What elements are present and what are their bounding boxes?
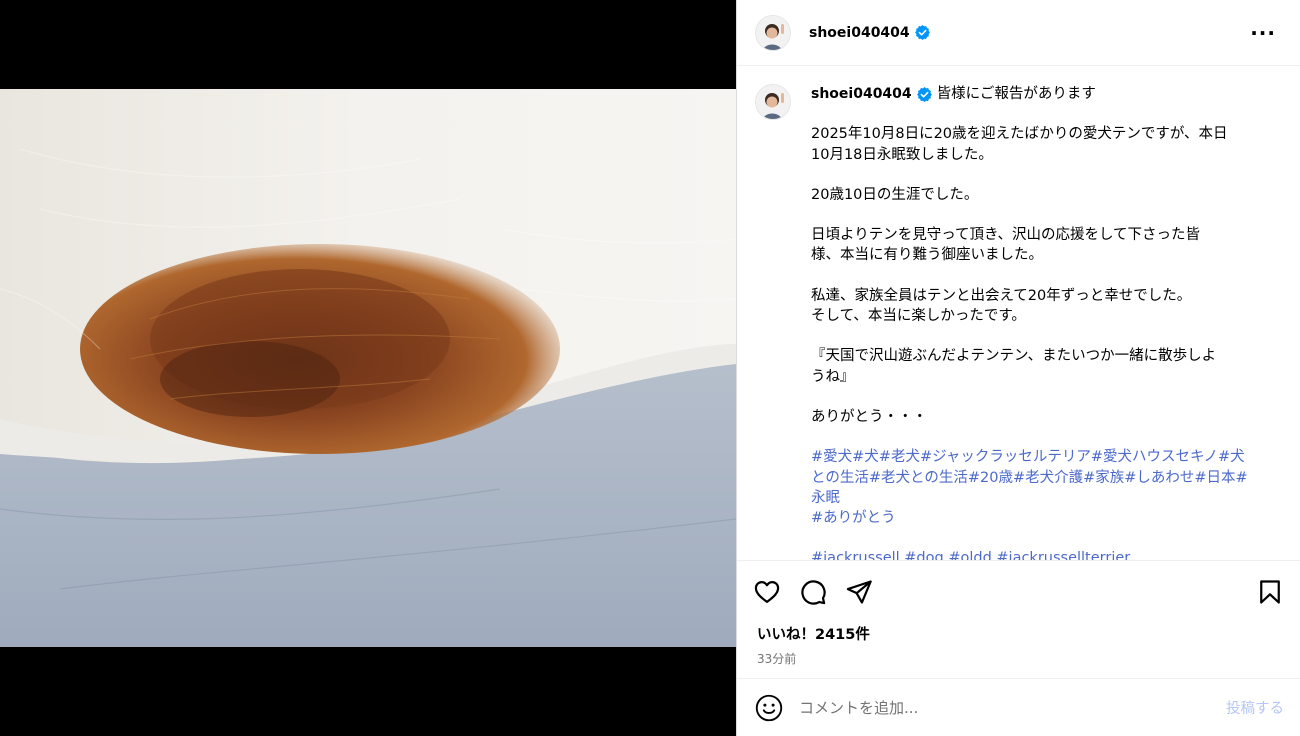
caption-username[interactable]: shoei040404 bbox=[811, 84, 912, 104]
fur-photo-illustration bbox=[0, 89, 736, 647]
heart-icon[interactable] bbox=[753, 578, 781, 606]
post-header: shoei040404 ··· bbox=[737, 0, 1300, 66]
avatar-image bbox=[756, 85, 790, 119]
caption-paragraph: 私達、家族全員はテンと出会えて20年ずっと幸せでした。 そして、本当に楽しかった… bbox=[811, 287, 1192, 325]
post-photo[interactable] bbox=[0, 89, 736, 647]
instagram-post-view: shoei040404 ··· shoei040404 皆様にご報告があります … bbox=[0, 0, 1300, 736]
caption-avatar[interactable] bbox=[755, 84, 791, 120]
caption-title: 皆様にご報告があります bbox=[936, 86, 1096, 102]
caption-paragraph: 20歳10日の生涯でした。 bbox=[811, 186, 979, 203]
avatar-image bbox=[756, 15, 790, 50]
more-options-icon[interactable]: ··· bbox=[1244, 21, 1282, 45]
like-count[interactable]: いいね！2415件 bbox=[753, 623, 1284, 644]
post-timestamp[interactable]: 33分前 bbox=[753, 650, 1284, 667]
comment-bar: 投稿する bbox=[737, 678, 1300, 736]
caption-hashtags-cut[interactable]: #jackrussell #dog #oldd #jackrussellterr… bbox=[811, 548, 1271, 560]
bookmark-icon[interactable] bbox=[1256, 578, 1284, 606]
caption-area: shoei040404 皆様にご報告があります 2025年10月8日に20歳を迎… bbox=[737, 66, 1300, 560]
post-side-panel: shoei040404 ··· shoei040404 皆様にご報告があります … bbox=[736, 0, 1300, 736]
post-actions-area: いいね！2415件 33分前 bbox=[737, 560, 1300, 678]
media-area bbox=[0, 0, 736, 736]
verified-badge-icon bbox=[914, 25, 930, 40]
caption-paragraph: 『天国で沢山遊ぶんだよテンテン、またいつか一緒に散歩しよ うね』 bbox=[811, 348, 1217, 385]
caption-paragraph: 2025年10月8日に20歳を迎えたばかりの愛犬テンですが、本日 10月18日永… bbox=[811, 126, 1228, 163]
caption-header: shoei040404 皆様にご報告があります bbox=[811, 84, 1271, 104]
comment-input[interactable] bbox=[799, 698, 1226, 717]
caption-paragraph: ありがとう・・・ bbox=[811, 408, 927, 425]
caption-body: shoei040404 皆様にご報告があります 2025年10月8日に20歳を迎… bbox=[811, 84, 1271, 560]
caption-paragraph: 日頃よりテンを見守って頂き、沢山の応援をして下さった皆 様、本当に有り難う御座い… bbox=[811, 227, 1201, 264]
caption-comment: shoei040404 皆様にご報告があります 2025年10月8日に20歳を迎… bbox=[755, 84, 1282, 560]
caption-hashtags[interactable]: #愛犬#犬#老犬#ジャックラッセルテリア#愛犬ハウスセキノ#犬 との生活#老犬と… bbox=[811, 447, 1271, 528]
comment-icon[interactable] bbox=[799, 578, 827, 606]
share-icon[interactable] bbox=[845, 578, 873, 606]
post-comment-button[interactable]: 投稿する bbox=[1226, 697, 1284, 718]
action-bar bbox=[753, 575, 1284, 609]
emoji-icon[interactable] bbox=[755, 694, 783, 722]
avatar[interactable] bbox=[755, 14, 791, 51]
verified-badge-icon bbox=[916, 86, 932, 102]
post-username[interactable]: shoei040404 bbox=[809, 25, 910, 41]
